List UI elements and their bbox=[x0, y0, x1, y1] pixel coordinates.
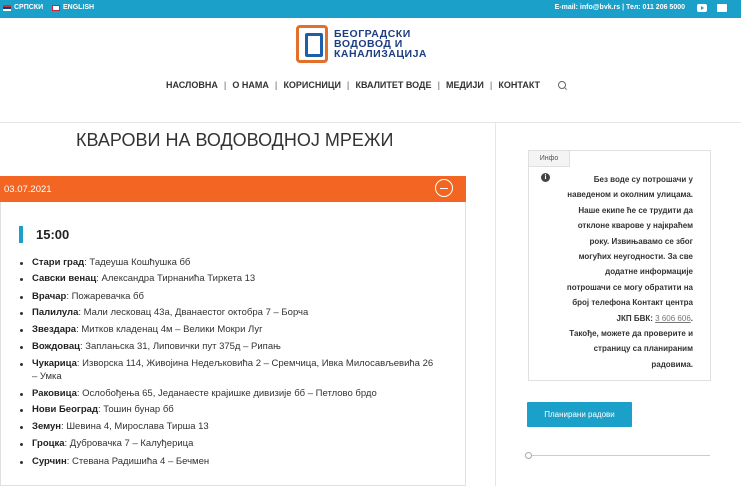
english-flag-icon bbox=[52, 4, 60, 11]
list-item: Вождовац: Заплањска 31, Липовички пут 37… bbox=[20, 341, 281, 353]
info-line: страницу са планираним bbox=[593, 344, 693, 354]
info-line: број телефона Контакт центра bbox=[572, 298, 693, 308]
logo-text: БЕОГРАДСКИ ВОДОВОД И КАНАЛИЗАЦИЈА bbox=[334, 29, 427, 60]
list-item: Нови Београд: Тошин бунар бб bbox=[20, 404, 174, 416]
nav-item-contact[interactable]: КОНТАКТ bbox=[492, 80, 546, 90]
list-item: Сурчин: Стевана Радишића 4 – Бечмен bbox=[20, 456, 209, 468]
info-line: Такође, можете да проверите и bbox=[569, 329, 693, 339]
site-logo[interactable]: БЕОГРАДСКИ ВОДОВОД И КАНАЛИЗАЦИЈА bbox=[296, 25, 427, 63]
info-line: отклоне кварове у најкраћем bbox=[577, 221, 693, 231]
lang-sr-label[interactable]: СРПСКИ bbox=[14, 4, 43, 11]
search-icon[interactable] bbox=[558, 81, 567, 89]
list-item: Гроцка: Дубровачка 7 – Калуђерица bbox=[20, 438, 193, 450]
top-bar: СРПСКИ ENGLISH E-mail: info@bvk.rs | Тел… bbox=[0, 0, 741, 18]
mail-icon[interactable] bbox=[717, 4, 727, 12]
list-item: Врачар: Пожаревачка бб bbox=[20, 291, 144, 303]
nav-item-users[interactable]: КОРИСНИЦИ bbox=[277, 80, 346, 90]
nav-item-about[interactable]: О НАМА bbox=[226, 80, 275, 90]
planned-works-button[interactable]: Планирани радови bbox=[527, 402, 632, 427]
slider-track bbox=[527, 455, 710, 456]
info-line: потрошачи се могу обратити на bbox=[566, 282, 693, 292]
nav-item-media[interactable]: МЕДИЈИ bbox=[440, 80, 490, 90]
date-accordion-header[interactable]: 03.07.2021 bbox=[0, 176, 466, 202]
info-tab[interactable]: Инфо bbox=[528, 150, 570, 167]
serbian-flag-icon bbox=[3, 4, 11, 11]
lang-en[interactable]: ENGLISH bbox=[52, 4, 94, 11]
list-item: Чукарица: Изворска 114, Живојина Недељко… bbox=[20, 358, 433, 370]
bvk-logo-icon bbox=[296, 25, 328, 63]
list-item: Палилула: Мали лесковац 43а, Дванаестог … bbox=[20, 307, 308, 319]
page-title: КВАРОВИ НА ВОДОВОДНОЈ МРЕЖИ bbox=[76, 130, 394, 150]
info-line: року. Извињавамо се због bbox=[589, 236, 693, 246]
nav-item-water-quality[interactable]: КВАЛИТЕТ ВОДЕ bbox=[349, 80, 437, 90]
info-line: Наше екипе ће се трудити да bbox=[578, 205, 693, 215]
info-line: Без воде су потрошачи у bbox=[593, 175, 693, 184]
info-line: додатне информације bbox=[605, 267, 693, 277]
info-line: могућих неугодности. За све bbox=[578, 252, 693, 262]
youtube-icon[interactable] bbox=[697, 4, 707, 12]
content-divider bbox=[495, 123, 496, 486]
lang-sr[interactable]: СРПСКИ bbox=[3, 4, 43, 11]
main-nav: НАСЛОВНА | О НАМА | КОРИСНИЦИ | КВАЛИТЕТ ВО… bbox=[160, 80, 567, 90]
list-item: Стари град: Тадеуша Кошћушка бб bbox=[20, 257, 190, 269]
site-header: БЕОГРАДСКИ ВОДОВОД И КАНАЛИЗАЦИЈА НАСЛОВ… bbox=[0, 18, 741, 123]
phone-link[interactable]: 3 606 606 bbox=[655, 314, 691, 323]
info-line-phone: ЈКП БВК: 3 606 606. bbox=[616, 313, 693, 323]
collapse-icon[interactable] bbox=[435, 179, 453, 197]
list-item: Раковица: Ослобођења 65, Једанаесте крај… bbox=[20, 388, 377, 400]
contact-info: E-mail: info@bvk.rs | Тел: 011 206 5000 bbox=[554, 4, 685, 11]
lang-en-label[interactable]: ENGLISH bbox=[63, 4, 94, 11]
time-heading: 15:00 bbox=[36, 227, 70, 242]
list-item-continuation: – Умка bbox=[32, 371, 62, 382]
logo-line-3: КАНАЛИЗАЦИЈА bbox=[334, 48, 427, 60]
list-item: Звездара: Митков кладенац 4м – Велики Мо… bbox=[20, 324, 263, 336]
nav-item-home[interactable]: НАСЛОВНА bbox=[160, 80, 224, 90]
info-text: Без воде су потрошачи у наведеном и окол… bbox=[545, 172, 693, 372]
slider-handle[interactable] bbox=[525, 452, 532, 459]
list-item: Земун: Шевина 4, Мирослава Тирша 13 bbox=[20, 421, 209, 433]
info-line: радовима. bbox=[651, 359, 693, 369]
date-label: 03.07.2021 bbox=[4, 184, 52, 195]
info-line: наведеном и околним улицама. bbox=[567, 190, 693, 200]
list-item: Савски венац: Александра Тирнанића Тирке… bbox=[20, 273, 255, 285]
time-marker bbox=[19, 226, 23, 243]
